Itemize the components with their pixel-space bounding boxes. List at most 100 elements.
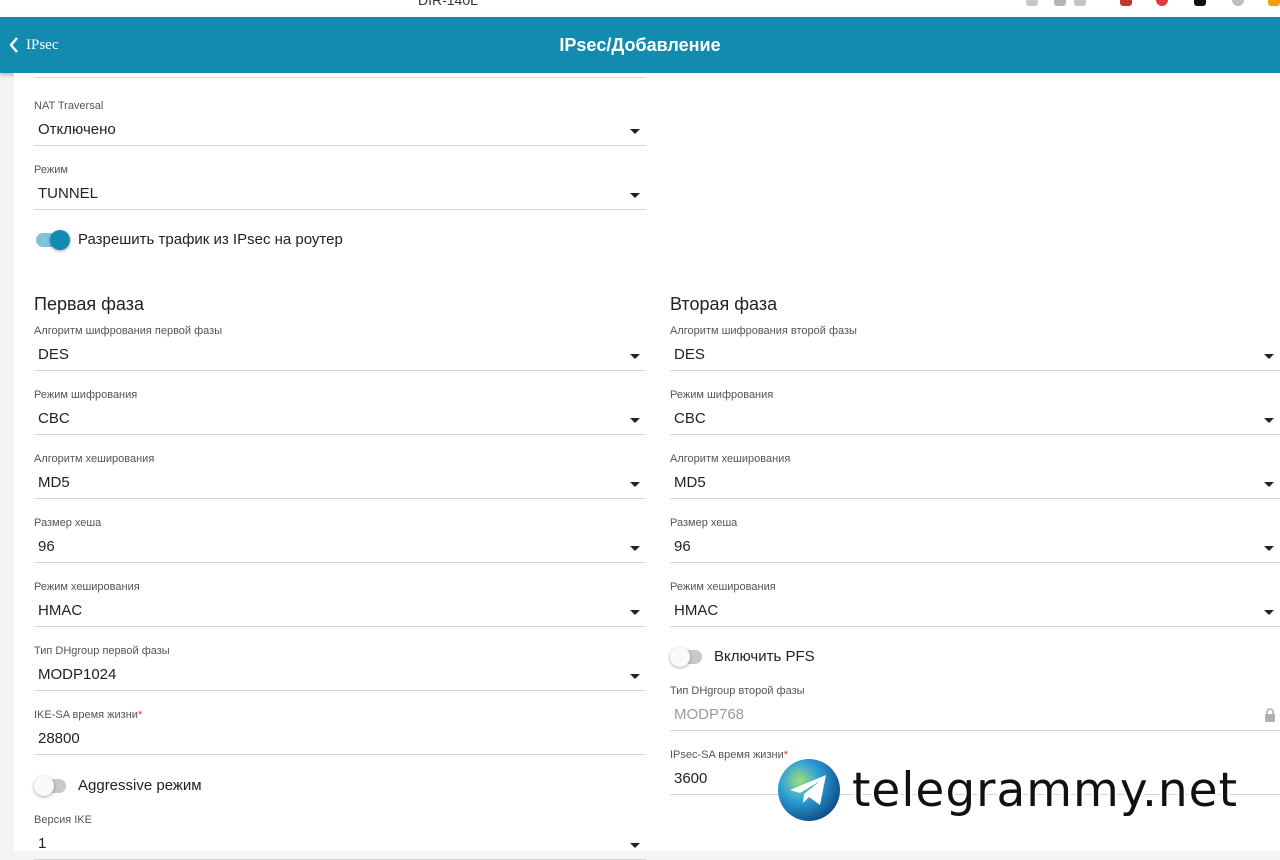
field-label: NAT Traversal [34, 100, 104, 112]
dropdown-arrow-icon [630, 354, 640, 359]
dropdown-arrow-icon [1264, 354, 1274, 359]
toggle-switch[interactable] [34, 775, 66, 796]
dropdown-arrow-icon [630, 674, 640, 679]
select-value: HMAC [674, 602, 719, 619]
select-value: Отключено [38, 121, 116, 138]
adblock-icon[interactable] [1156, 0, 1168, 6]
select-value: CBC [38, 410, 70, 427]
telegram-globe-icon [778, 759, 840, 821]
phase1-hash-size-select[interactable]: Размер хеша 96 [34, 516, 646, 563]
field-label: Режим шифрования [34, 389, 138, 401]
dropdown-arrow-icon [630, 610, 640, 615]
field-label: Режим хеширования [34, 581, 140, 593]
phase2-encryption-algorithm-select[interactable]: Алгоритм шифрования второй фазы DES [670, 324, 1280, 371]
phase1-dh-group-select[interactable]: Тип DHgroup первой фазы MODP1024 [34, 644, 646, 691]
select-value: CBC [674, 410, 706, 427]
field-label: Тип DHgroup первой фазы [34, 645, 170, 657]
page-title: IPsec/Добавление [559, 35, 721, 55]
select-box[interactable]: Отключено [34, 113, 646, 146]
select-value: MD5 [674, 474, 706, 491]
info-icon[interactable] [1054, 0, 1066, 6]
allow-traffic-toggle[interactable]: Разрешить трафик из IPsec на роутер [36, 229, 343, 250]
field-label: Версия IKE [34, 814, 92, 826]
phase1-encryption-mode-select[interactable]: Режим шифрования CBC [34, 388, 646, 435]
window-title: DIR-140L [418, 0, 478, 8]
select-value: DES [38, 346, 69, 363]
select-box[interactable]: HMAC [34, 594, 646, 627]
phase2-encryption-mode-select[interactable]: Режим шифрования CBC [670, 388, 1280, 435]
select-box[interactable]: MD5 [670, 466, 1280, 499]
select-box[interactable]: CBC [34, 402, 646, 435]
back-button[interactable]: IPsec [8, 17, 59, 73]
field-label: Алгоритм шифрования второй фазы [670, 325, 857, 337]
select-value: MODP1024 [38, 666, 117, 683]
dropdown-arrow-icon [630, 843, 640, 848]
toggle-label: Aggressive режим [78, 777, 202, 794]
phase1-encryption-algorithm-select[interactable]: Алгоритм шифрования первой фазы DES [34, 324, 646, 371]
office-extension-icon[interactable] [1120, 0, 1132, 6]
phase2-hash-size-select[interactable]: Размер хеша 96 [670, 516, 1280, 563]
label-text: IPsec-SA время жизни [670, 749, 784, 761]
select-box[interactable]: MODP1024 [34, 658, 646, 691]
nat-traversal-select[interactable]: NAT Traversal Отключено [34, 99, 646, 146]
toggle-knob [670, 646, 690, 667]
select-value: 96 [674, 538, 691, 555]
text-input[interactable]: 28800 [34, 722, 646, 755]
select-box[interactable]: CBC [670, 402, 1280, 435]
phase2-dh-group-select: Тип DHgroup второй фазы MODP768 [670, 684, 1280, 731]
select-value: TUNNEL [38, 185, 99, 202]
select-value: 96 [38, 538, 55, 555]
phase2-title: Вторая фаза [670, 294, 778, 314]
pfs-toggle[interactable]: Включить PFS [670, 646, 815, 667]
mode-select[interactable]: Режим TUNNEL [34, 163, 646, 210]
field-label: Алгоритм хеширования [670, 453, 791, 465]
select-box[interactable]: 96 [670, 530, 1280, 563]
watermark-text: telegrammy.net [852, 762, 1239, 818]
select-box[interactable]: MD5 [34, 466, 646, 499]
profile-extension-icon[interactable] [1268, 0, 1280, 6]
field-label: Размер хеша [670, 517, 738, 529]
page-header: IPsec/Добавление IPsec [0, 17, 1280, 73]
select-box[interactable]: HMAC [670, 594, 1280, 627]
field-label: Размер хеша [34, 517, 102, 529]
phase1-title: Первая фаза [34, 294, 144, 314]
field-label: Алгоритм шифрования первой фазы [34, 325, 223, 337]
toggle-label: Включить PFS [714, 648, 815, 665]
toggle-switch[interactable] [36, 229, 70, 250]
divider [34, 77, 646, 78]
dropdown-arrow-icon [630, 193, 640, 198]
globe-extension-icon[interactable] [1232, 0, 1244, 6]
select-box[interactable]: 96 [34, 530, 646, 563]
dropdown-arrow-icon [630, 418, 640, 423]
flag-extension-icon[interactable] [1194, 0, 1206, 6]
select-value: HMAC [38, 602, 83, 619]
phase2-hash-mode-select[interactable]: Режим хеширования HMAC [670, 580, 1280, 627]
select-box[interactable]: DES [670, 338, 1280, 371]
select-box-disabled: MODP768 [670, 698, 1280, 731]
dropdown-arrow-icon [1264, 546, 1274, 551]
aggressive-mode-toggle[interactable]: Aggressive режим [34, 775, 202, 796]
toggle-knob [34, 775, 54, 796]
phase1-hash-mode-select[interactable]: Режим хеширования HMAC [34, 580, 646, 627]
field-label: Режим [34, 164, 68, 176]
toggle-switch[interactable] [670, 646, 702, 667]
phase2-hash-algorithm-select[interactable]: Алгоритм хеширования MD5 [670, 452, 1280, 499]
dropdown-arrow-icon [1264, 610, 1274, 615]
phase1-hash-algorithm-select[interactable]: Алгоритм хеширования MD5 [34, 452, 646, 499]
dropdown-arrow-icon [630, 129, 640, 134]
ike-version-select[interactable]: Версия IKE 1 [34, 813, 646, 860]
select-value: MODP768 [674, 706, 745, 723]
input-value: 3600 [674, 770, 708, 787]
bookmark-star-icon[interactable] [1074, 0, 1086, 6]
select-box[interactable]: TUNNEL [34, 177, 646, 210]
field-label: Режим шифрования [670, 389, 774, 401]
browser-title-bar: DIR-140L [0, 0, 1280, 17]
field-label: Режим хеширования [670, 581, 776, 593]
select-value: DES [674, 346, 705, 363]
select-box[interactable]: DES [34, 338, 646, 371]
select-box[interactable]: 1 [34, 827, 646, 860]
ike-sa-lifetime-field[interactable]: IKE-SA время жизни* 28800 [34, 708, 646, 755]
toggle-label: Разрешить трафик из IPsec на роутер [78, 231, 343, 248]
extension-icon[interactable] [1026, 0, 1038, 6]
chevron-left-icon [9, 37, 18, 53]
